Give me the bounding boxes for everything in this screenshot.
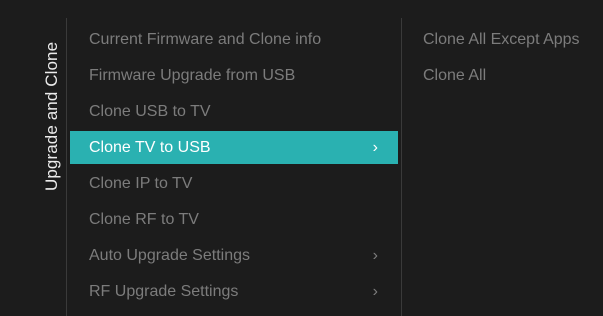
submenu-item-clone-all[interactable]: Clone All (405, 58, 603, 94)
menu-item-clone-tv-to-usb[interactable]: Clone TV to USB › (70, 131, 398, 164)
menu-item-label: Current Firmware and Clone info (89, 31, 322, 48)
menu-item-label: Clone TV to USB (89, 139, 211, 156)
clone-options-submenu: Clone All Except Apps Clone All (405, 22, 603, 94)
upgrade-clone-menu: Current Firmware and Clone info Firmware… (70, 22, 398, 310)
menu-item-label: Firmware Upgrade from USB (89, 67, 296, 84)
menu-item-clone-rf-to-tv[interactable]: Clone RF to TV (70, 202, 398, 238)
section-title: Upgrade and Clone (42, 41, 61, 191)
left-divider (66, 18, 67, 316)
menu-item-label: Clone RF to TV (89, 211, 199, 228)
right-divider (401, 18, 402, 316)
chevron-right-icon: › (372, 283, 378, 300)
menu-item-clone-ip-to-tv[interactable]: Clone IP to TV (70, 166, 398, 202)
menu-item-auto-upgrade-settings[interactable]: Auto Upgrade Settings › (70, 238, 398, 274)
menu-item-clone-usb-to-tv[interactable]: Clone USB to TV (70, 94, 398, 130)
submenu-item-clone-all-except-apps[interactable]: Clone All Except Apps (405, 22, 603, 58)
tv-settings-screen: Upgrade and Clone Current Firmware and C… (0, 0, 603, 316)
chevron-right-icon: › (372, 139, 378, 156)
menu-item-label: RF Upgrade Settings (89, 283, 239, 300)
menu-item-label: Clone USB to TV (89, 103, 211, 120)
menu-item-label: Auto Upgrade Settings (89, 247, 250, 264)
menu-item-current-firmware[interactable]: Current Firmware and Clone info (70, 22, 398, 58)
menu-item-rf-upgrade-settings[interactable]: RF Upgrade Settings › (70, 274, 398, 310)
chevron-right-icon: › (372, 247, 378, 264)
section-title-panel: Upgrade and Clone (0, 0, 61, 316)
menu-item-firmware-upgrade-usb[interactable]: Firmware Upgrade from USB (70, 58, 398, 94)
menu-item-label: Clone IP to TV (89, 175, 193, 192)
